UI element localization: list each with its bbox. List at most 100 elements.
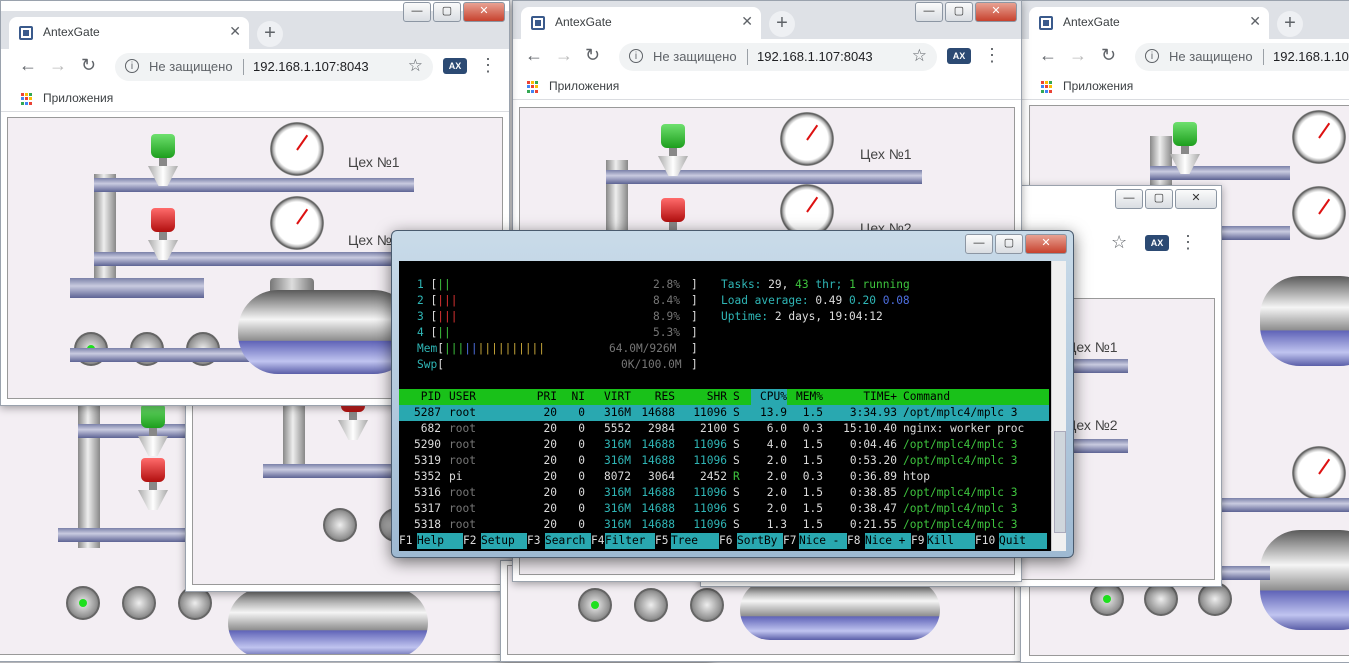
fkey-label-nice[interactable]: Nice -: [799, 533, 847, 549]
close-tab-icon[interactable]: ✕: [229, 23, 241, 40]
info-icon[interactable]: i: [125, 59, 139, 73]
htop-screen[interactable]: 1 [|| 2.8% ] 2 [||| 8.4% ] 3 [||| 8.9% ]…: [399, 261, 1055, 551]
process-cell-shr[interactable]: 11096: [679, 437, 727, 453]
fkey-f3[interactable]: F3: [527, 533, 541, 549]
process-cell-pid[interactable]: 5287: [409, 405, 441, 421]
process-cell-virt[interactable]: 316M: [597, 501, 631, 517]
star-icon[interactable]: ☆: [912, 46, 927, 66]
process-cell-pid[interactable]: 5318: [409, 517, 441, 533]
back-icon[interactable]: ←: [525, 45, 543, 66]
process-cell-pid[interactable]: 5319: [409, 453, 441, 469]
process-cell-ni[interactable]: 0: [565, 501, 585, 517]
fkey-f6[interactable]: F6: [719, 533, 733, 549]
fkey-label-filter[interactable]: Filter: [605, 533, 655, 549]
minimize-icon[interactable]: —: [403, 2, 431, 22]
minimize-icon[interactable]: —: [1115, 189, 1143, 209]
process-cell-cpu[interactable]: 2.0: [751, 485, 787, 501]
process-cell-shr[interactable]: 11096: [679, 405, 727, 421]
process-cell-user[interactable]: root: [449, 453, 519, 469]
process-cell-time[interactable]: 3:34.93: [829, 405, 897, 421]
info-icon[interactable]: i: [629, 49, 643, 63]
apps-icon[interactable]: [21, 93, 33, 105]
valve-green[interactable]: [148, 134, 178, 194]
info-icon[interactable]: i: [1145, 49, 1159, 63]
process-cell-pid[interactable]: 5352: [409, 469, 441, 485]
fkey-label-sortby[interactable]: SortBy: [737, 533, 783, 549]
column-header-cpu[interactable]: CPU%: [751, 389, 787, 405]
process-cell-res[interactable]: 2984: [635, 421, 675, 437]
menu-icon[interactable]: ⋮: [1179, 232, 1197, 253]
process-cell-cmd[interactable]: nginx: worker proc: [903, 421, 1043, 437]
process-cell-shr[interactable]: 11096: [679, 453, 727, 469]
fkey-f10[interactable]: F10: [975, 533, 996, 549]
reload-icon[interactable]: ↻: [81, 55, 96, 76]
process-cell-res[interactable]: 14688: [635, 485, 675, 501]
process-cell-res[interactable]: 14688: [635, 517, 675, 533]
process-cell-res[interactable]: 14688: [635, 453, 675, 469]
process-cell-time[interactable]: 0:04.46: [829, 437, 897, 453]
new-tab-button[interactable]: +: [769, 11, 795, 37]
pump-icon[interactable]: [122, 586, 156, 620]
process-cell-pri[interactable]: 20: [529, 421, 557, 437]
fkey-f1[interactable]: F1: [399, 533, 413, 549]
tab-antexgate[interactable]: AntexGate ✕: [9, 17, 249, 49]
fkey-label-help[interactable]: Help: [417, 533, 463, 549]
new-tab-button[interactable]: +: [257, 21, 283, 47]
process-cell-res[interactable]: 14688: [635, 437, 675, 453]
process-cell-user[interactable]: root: [449, 517, 519, 533]
process-cell-pri[interactable]: 20: [529, 437, 557, 453]
fkey-f2[interactable]: F2: [463, 533, 477, 549]
process-cell-user[interactable]: root: [449, 485, 519, 501]
process-cell-cmd[interactable]: /opt/mplc4/mplc 3: [903, 485, 1043, 501]
process-cell-s[interactable]: S: [733, 485, 745, 501]
process-cell-cpu[interactable]: 13.9: [751, 405, 787, 421]
process-cell-cmd[interactable]: /opt/mplc4/mplc 3: [903, 405, 1043, 421]
pump-icon[interactable]: [690, 588, 724, 622]
process-cell-virt[interactable]: 316M: [597, 453, 631, 469]
reload-icon[interactable]: ↻: [585, 45, 600, 66]
column-header-mem[interactable]: MEM%: [791, 389, 823, 405]
fkey-label-kill[interactable]: Kill: [927, 533, 975, 549]
bookmark-apps[interactable]: Приложения: [1063, 79, 1133, 93]
process-cell-virt[interactable]: 316M: [597, 517, 631, 533]
pump-icon[interactable]: [1144, 582, 1178, 616]
process-cell-s[interactable]: S: [733, 517, 745, 533]
process-cell-s[interactable]: S: [733, 501, 745, 517]
process-cell-mem[interactable]: 1.5: [791, 437, 823, 453]
column-header-virt[interactable]: VIRT: [597, 389, 631, 405]
maximize-icon[interactable]: ▢: [433, 2, 461, 22]
process-cell-ni[interactable]: 0: [565, 517, 585, 533]
menu-icon[interactable]: ⋮: [479, 55, 497, 76]
fkey-f5[interactable]: F5: [655, 533, 669, 549]
fkey-label-setup[interactable]: Setup: [481, 533, 527, 549]
antex-extension-icon[interactable]: AX: [443, 58, 467, 74]
back-icon[interactable]: ←: [19, 55, 37, 76]
process-cell-pid[interactable]: 5316: [409, 485, 441, 501]
fkey-label-quit[interactable]: Quit: [999, 533, 1047, 549]
process-cell-s[interactable]: S: [733, 453, 745, 469]
process-cell-res[interactable]: 14688: [635, 501, 675, 517]
process-cell-cmd[interactable]: /opt/mplc4/mplc 3: [903, 453, 1043, 469]
menu-icon[interactable]: ⋮: [983, 45, 1001, 66]
process-cell-cpu[interactable]: 2.0: [751, 453, 787, 469]
url-text[interactable]: 192.168.1.107:8043: [757, 49, 873, 64]
apps-icon[interactable]: [527, 81, 539, 93]
process-cell-pri[interactable]: 20: [529, 405, 557, 421]
star-icon[interactable]: ☆: [408, 56, 423, 76]
process-cell-virt[interactable]: 5552: [597, 421, 631, 437]
forward-icon[interactable]: →: [49, 55, 67, 76]
process-cell-res[interactable]: 3064: [635, 469, 675, 485]
process-cell-mem[interactable]: 1.5: [791, 485, 823, 501]
minimize-icon[interactable]: —: [915, 2, 943, 22]
close-tab-icon[interactable]: ✕: [1249, 13, 1261, 30]
vertical-scrollbar[interactable]: [1051, 261, 1066, 551]
process-cell-ni[interactable]: 0: [565, 485, 585, 501]
process-cell-pid[interactable]: 5317: [409, 501, 441, 517]
process-cell-cpu[interactable]: 6.0: [751, 421, 787, 437]
fkey-label-tree[interactable]: Tree: [671, 533, 719, 549]
reload-icon[interactable]: ↻: [1101, 45, 1116, 66]
process-cell-user[interactable]: root: [449, 405, 519, 421]
process-cell-shr[interactable]: 11096: [679, 485, 727, 501]
back-icon[interactable]: ←: [1039, 45, 1057, 66]
process-cell-shr[interactable]: 2452: [679, 469, 727, 485]
